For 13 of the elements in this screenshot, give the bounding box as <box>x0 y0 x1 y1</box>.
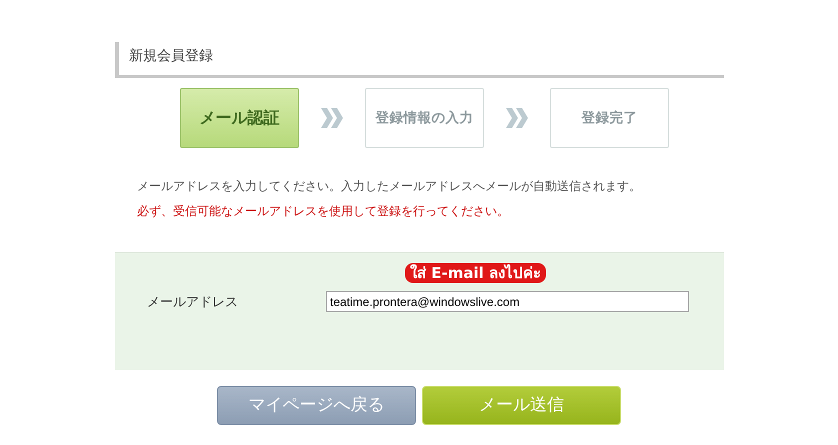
email-field[interactable]: teatime.prontera@windowslive.com <box>326 291 689 312</box>
step-label: 登録完了 <box>582 108 638 128</box>
send-button[interactable]: メール送信 <box>422 386 621 425</box>
step-label: 登録情報の入力 <box>376 108 474 128</box>
field-label: メールアドレス <box>147 294 238 312</box>
warning-text: 必ず、受信可能なメールアドレスを使用して登録を行ってください。 <box>137 203 510 220</box>
double-chevron-icon <box>504 106 530 130</box>
annotation-label: ใส่ E-mail ลงไปค่ะ <box>405 263 546 283</box>
step-label: メール認証 <box>200 107 280 129</box>
instruction-text: メールアドレスを入力してください。入力したメールアドレスへメールが自動送信されます。 <box>137 178 642 195</box>
double-chevron-icon <box>319 106 345 130</box>
back-button[interactable]: マイページへ戻る <box>217 386 416 425</box>
page-title: 新規会員登録 <box>115 42 724 78</box>
